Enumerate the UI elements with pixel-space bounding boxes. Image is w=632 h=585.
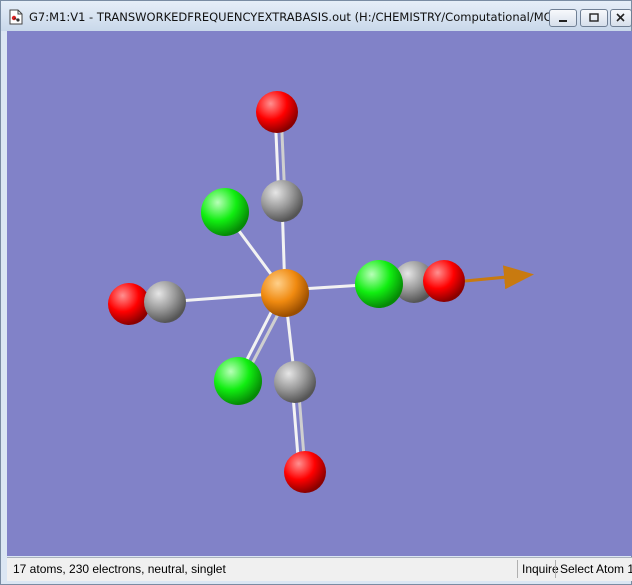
chlorine-atom-upper-left[interactable] bbox=[201, 188, 249, 236]
oxygen-atom-bottom[interactable] bbox=[284, 451, 326, 493]
restore-button[interactable] bbox=[580, 9, 608, 27]
status-bar: 17 atoms, 230 electrons, neutral, single… bbox=[7, 557, 632, 581]
status-divider bbox=[517, 560, 518, 578]
molecule-viewport[interactable] bbox=[7, 31, 632, 556]
carbon-atom-top[interactable] bbox=[261, 180, 303, 222]
status-divider bbox=[555, 560, 556, 578]
close-icon bbox=[616, 13, 625, 22]
document-icon bbox=[9, 9, 23, 25]
close-button[interactable] bbox=[610, 9, 632, 27]
application-window: G7:M1:V1 - TRANSWORKEDFREQUENCYEXTRABASI… bbox=[0, 0, 632, 585]
metal-atom-center[interactable] bbox=[261, 269, 309, 317]
chlorine-atom-right[interactable] bbox=[355, 260, 403, 308]
restore-icon bbox=[589, 13, 599, 22]
oxygen-atom-right[interactable] bbox=[423, 260, 465, 302]
action-prompt: Select Atom 1 bbox=[560, 562, 632, 576]
title-bar[interactable]: G7:M1:V1 - TRANSWORKEDFREQUENCYEXTRABASI… bbox=[1, 1, 632, 31]
carbon-atom-left[interactable] bbox=[144, 281, 186, 323]
minimize-icon bbox=[559, 20, 567, 22]
molecule-summary: 17 atoms, 230 electrons, neutral, single… bbox=[13, 562, 226, 576]
oxygen-atom-left[interactable] bbox=[108, 283, 150, 325]
molecule-canvas[interactable] bbox=[7, 31, 632, 556]
minimize-button[interactable] bbox=[549, 9, 577, 27]
oxygen-atom-top[interactable] bbox=[256, 91, 298, 133]
mode-indicator[interactable]: Inquire bbox=[522, 562, 559, 576]
displacement-vector-arrow bbox=[464, 265, 534, 290]
carbon-atom-bottom[interactable] bbox=[274, 361, 316, 403]
window-title: G7:M1:V1 - TRANSWORKEDFREQUENCYEXTRABASI… bbox=[29, 10, 573, 24]
chlorine-atom-lower-left[interactable] bbox=[214, 357, 262, 405]
